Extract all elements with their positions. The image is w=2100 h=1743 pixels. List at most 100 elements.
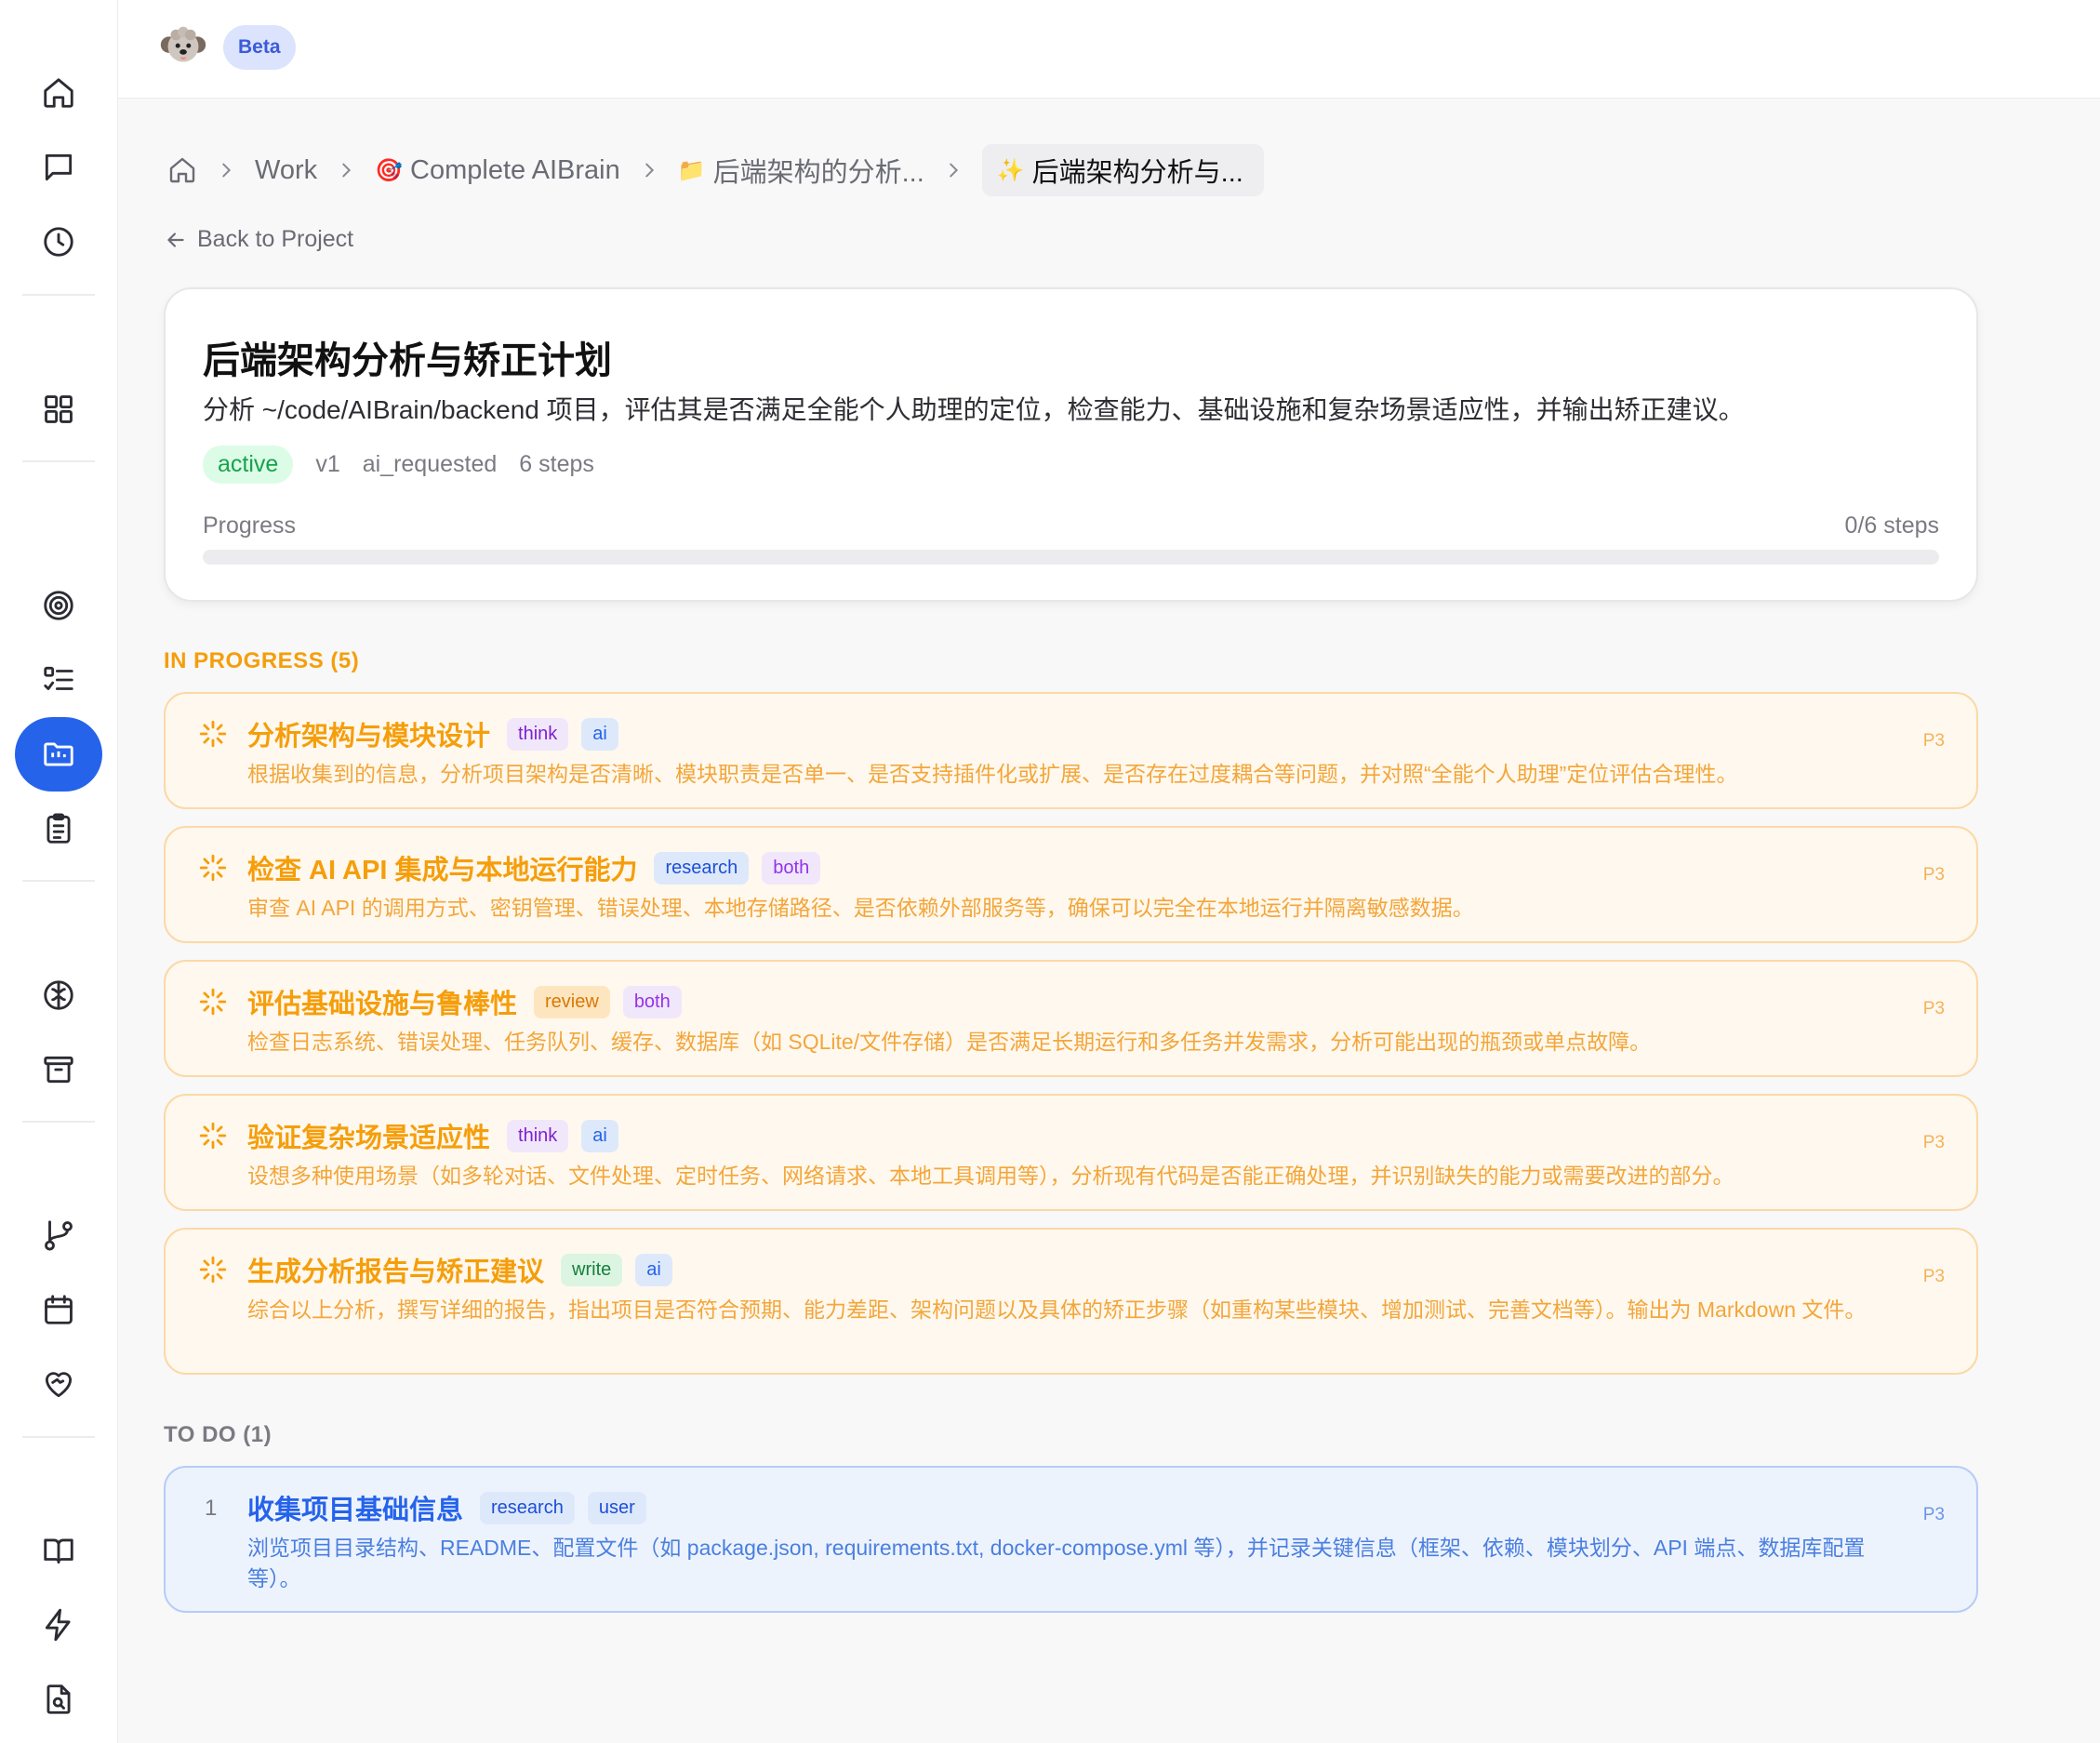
task-title: 评估基础设施与鲁棒性 xyxy=(247,990,518,1019)
top-bar: Beta xyxy=(118,0,2100,99)
task-title: 收集项目基础信息 xyxy=(247,1496,464,1525)
avatar[interactable] xyxy=(155,20,211,76)
chat-icon[interactable] xyxy=(15,130,102,205)
priority-badge: P3 xyxy=(1922,999,1945,1018)
lightning-icon[interactable] xyxy=(15,1588,102,1662)
steps-label: 6 steps xyxy=(519,451,594,477)
task-tag: ai xyxy=(635,1253,672,1286)
section-title-todo: TO DO (1) xyxy=(164,1422,272,1447)
loader-icon xyxy=(199,1256,227,1284)
task-tag: think xyxy=(507,717,569,751)
priority-badge: P3 xyxy=(1922,1133,1945,1152)
projects-icon[interactable] xyxy=(15,717,102,792)
task-description: 检查日志系统、错误处理、任务队列、缓存、数据库（如 SQLite/文件存储）是否… xyxy=(247,1030,1652,1054)
task-description: 设想多种使用场景（如多轮对话、文件处理、定时任务、网络请求、本地工具调用等），分… xyxy=(247,1164,1734,1188)
progress-label: Progress xyxy=(203,512,297,539)
archive-icon[interactable] xyxy=(15,1032,102,1107)
loader-icon xyxy=(199,720,227,748)
task-description: 浏览项目目录结构、README、配置文件（如 package.json, req… xyxy=(247,1536,1866,1590)
file-search-icon[interactable] xyxy=(15,1662,102,1736)
brain-icon[interactable] xyxy=(15,958,102,1032)
priority-badge: P3 xyxy=(1922,1505,1945,1524)
plan-title: 后端架构分析与矫正计划 xyxy=(203,340,612,381)
clock-icon[interactable] xyxy=(15,205,102,279)
task-tag: think xyxy=(507,1119,569,1152)
progress-count: 0/6 steps xyxy=(1844,512,1939,539)
task-header: 评估基础设施与鲁棒性 review both xyxy=(247,982,695,1021)
plan-description: 分析 ~/code/AIBrain/backend 项目，评估其是否满足全能个人… xyxy=(203,395,1745,424)
task-card[interactable]: 分析架构与模块设计 think ai 根据收集到的信息，分析项目架构是否清晰、模… xyxy=(164,692,1978,809)
breadcrumb-item-label: Complete AIBrain xyxy=(410,154,620,185)
task-tag: review xyxy=(534,985,610,1018)
clipboard-icon[interactable] xyxy=(15,792,102,866)
task-card[interactable]: 验证复杂场景适应性 think ai 设想多种使用场景（如多轮对话、文件处理、定… xyxy=(164,1094,1978,1211)
task-tag: research xyxy=(480,1491,575,1524)
task-tag: both xyxy=(622,985,682,1018)
loader-icon xyxy=(199,988,227,1016)
task-card[interactable]: 检查 AI API 集成与本地运行能力 research both 审查 AI … xyxy=(164,826,1978,943)
task-header: 检查 AI API 集成与本地运行能力 research both xyxy=(247,848,833,887)
task-header: 分析架构与模块设计 think ai xyxy=(247,714,631,753)
sparkles-emoji-icon: ✨ xyxy=(996,157,1025,183)
task-card[interactable]: 评估基础设施与鲁棒性 review both 检查日志系统、错误处理、任务队列、… xyxy=(164,960,1978,1077)
book-icon[interactable] xyxy=(15,1513,102,1588)
checklist-icon[interactable] xyxy=(15,643,102,717)
task-tag: research xyxy=(654,851,750,885)
task-card[interactable]: 生成分析报告与矫正建议 write ai 综合以上分析，撰写详细的报告，指出项目… xyxy=(164,1228,1978,1375)
version-label: v1 xyxy=(315,451,340,477)
calendar-icon[interactable] xyxy=(15,1272,102,1347)
task-card[interactable]: 1 收集项目基础信息 research user 浏览项目目录结构、README… xyxy=(164,1466,1978,1613)
dog-avatar-icon xyxy=(157,22,209,74)
priority-badge: P3 xyxy=(1922,1267,1945,1286)
task-title: 验证复杂场景适应性 xyxy=(247,1124,491,1153)
beta-badge: Beta xyxy=(223,25,296,70)
arrow-left-icon xyxy=(167,232,184,247)
task-tag: ai xyxy=(581,717,618,751)
breadcrumb-item-current[interactable]: ✨ 后端架构分析与... xyxy=(981,144,1264,196)
back-link-label: Back to Project xyxy=(197,226,354,252)
source-label: ai_requested xyxy=(362,451,498,477)
section-title-in-progress: IN PROGRESS (5) xyxy=(164,648,360,673)
breadcrumb-item-label: 后端架构的分析... xyxy=(712,158,924,188)
loader-icon xyxy=(199,1122,227,1150)
plan-meta: active v1 ai_requested 6 steps xyxy=(203,446,617,484)
breadcrumb-item-work[interactable]: Work xyxy=(255,155,317,186)
chevron-right-icon xyxy=(620,160,678,180)
heart-handshake-icon[interactable] xyxy=(15,1347,102,1421)
branch-icon[interactable] xyxy=(15,1198,102,1272)
chevron-right-icon xyxy=(924,160,982,180)
folder-emoji-icon: 📁 xyxy=(677,157,706,183)
target-icon[interactable] xyxy=(15,568,102,643)
task-header: 生成分析报告与矫正建议 write ai xyxy=(247,1250,685,1289)
task-title: 生成分析报告与矫正建议 xyxy=(247,1257,545,1287)
task-header: 验证复杂场景适应性 think ai xyxy=(247,1116,631,1155)
task-tag: user xyxy=(587,1491,646,1524)
progress-bar xyxy=(203,550,1939,565)
task-tag: both xyxy=(762,851,821,885)
breadcrumb-item-goal[interactable]: 🎯 Complete AIBrain xyxy=(375,155,620,186)
chevron-right-icon xyxy=(317,160,375,180)
breadcrumb-home-icon[interactable] xyxy=(167,155,197,185)
sidebar xyxy=(0,0,118,1743)
task-header: 收集项目基础信息 research user xyxy=(247,1488,659,1527)
priority-badge: P3 xyxy=(1922,731,1945,751)
target-emoji-icon: 🎯 xyxy=(375,157,404,183)
sidebar-divider xyxy=(22,460,95,462)
priority-badge: P3 xyxy=(1922,865,1945,885)
home-icon[interactable] xyxy=(15,56,102,130)
task-description: 根据收集到的信息，分析项目架构是否清晰、模块职责是否单一、是否支持插件化或扩展、… xyxy=(247,762,1738,786)
task-description: 审查 AI API 的调用方式、密钥管理、错误处理、本地存储路径、是否依赖外部服… xyxy=(247,896,1474,920)
back-to-project-link[interactable]: Back to Project xyxy=(164,226,353,253)
status-badge: active xyxy=(203,446,294,484)
task-title: 检查 AI API 集成与本地运行能力 xyxy=(247,856,638,885)
dashboard-icon[interactable] xyxy=(15,372,102,446)
sidebar-divider xyxy=(22,1121,95,1123)
task-tag: write xyxy=(561,1253,623,1286)
breadcrumb: Work 🎯 Complete AIBrain 📁 后端架构的分析... ✨ 后… xyxy=(167,144,1264,196)
task-number: 1 xyxy=(205,1496,218,1521)
sidebar-divider xyxy=(22,294,95,296)
task-title: 分析架构与模块设计 xyxy=(247,722,491,752)
task-tag: ai xyxy=(581,1119,618,1152)
sidebar-divider xyxy=(22,1436,95,1438)
breadcrumb-item-project[interactable]: 📁 后端架构的分析... xyxy=(678,151,924,190)
